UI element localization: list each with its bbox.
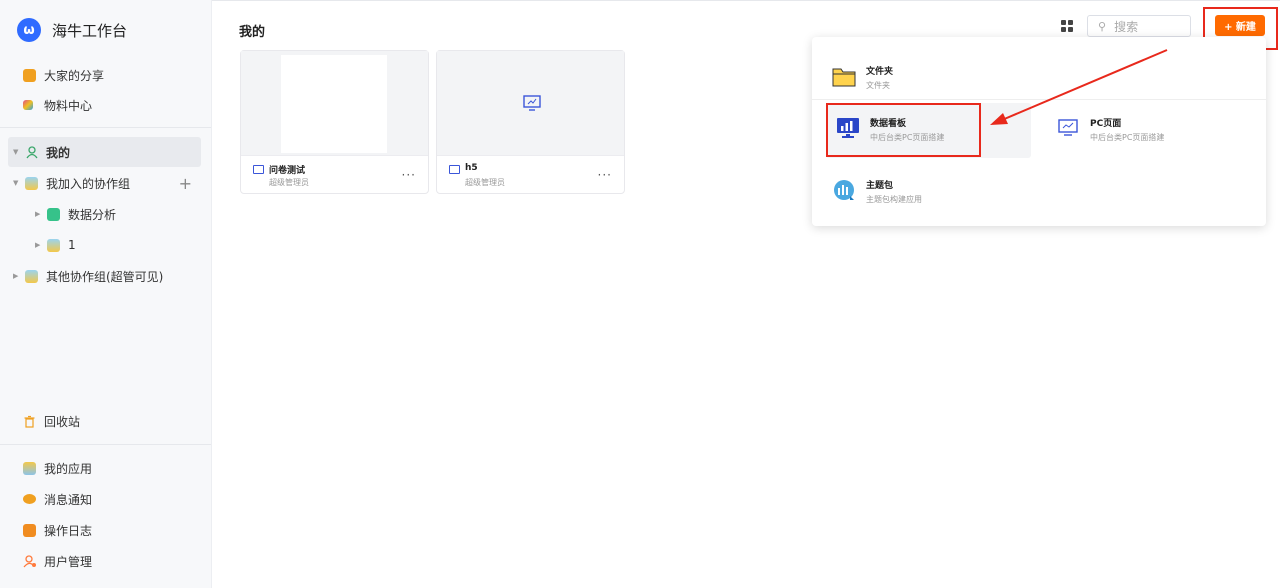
pc-page-icon <box>449 165 460 174</box>
divider <box>0 444 211 445</box>
user-icon <box>26 146 38 159</box>
menu-item-title: 主题包 <box>866 181 894 191</box>
menu-item-theme-pack[interactable]: 主题包 主题包构建应用 <box>822 165 1027 220</box>
theme-icon <box>834 180 854 200</box>
search-placeholder: 搜索 <box>1114 19 1139 34</box>
caret-down-icon[interactable]: ▼ <box>13 148 23 156</box>
sidebar-item-label: 我的应用 <box>44 461 93 476</box>
menu-item-pc-page[interactable]: PC页面 中后台类PC页面搭建 <box>1046 103 1251 158</box>
app-title: 海牛工作台 <box>52 21 128 40</box>
sidebar-item-label: 用户管理 <box>44 554 93 569</box>
divider <box>0 127 211 128</box>
card-thumbnail <box>241 51 428 156</box>
menu-item-title: 文件夹 <box>866 67 894 77</box>
add-group-button[interactable]: + <box>179 174 192 193</box>
sidebar-item-other-groups[interactable]: ▶ 其他协作组(超管可见) <box>8 261 201 291</box>
sidebar-item-label: 我的 <box>46 145 71 160</box>
group-icon <box>25 176 38 190</box>
card-owner: 超级管理员 <box>465 178 505 187</box>
sidebar-item-my-apps[interactable]: 我的应用 <box>8 453 201 483</box>
chart-icon <box>47 207 60 221</box>
more-icon[interactable]: ··· <box>598 168 612 182</box>
sidebar-item-trash[interactable]: 回收站 <box>8 406 201 436</box>
message-icon <box>23 494 36 504</box>
more-icon[interactable]: ··· <box>402 168 416 182</box>
card-thumbnail <box>437 51 624 156</box>
menu-item-desc: 文件夹 <box>866 81 890 90</box>
caret-down-icon[interactable]: ▼ <box>13 179 23 187</box>
pc-page-icon <box>1058 119 1078 136</box>
project-card[interactable]: 问卷测试 超级管理员 ··· <box>240 50 429 194</box>
apps-icon <box>23 461 36 475</box>
sidebar-item-joined-groups[interactable]: ▼ 我加入的协作组 + <box>8 168 201 198</box>
briefcase-icon <box>23 68 36 82</box>
log-icon <box>23 523 36 537</box>
card-title: 问卷测试 <box>269 166 306 176</box>
menu-item-desc: 中后台类PC页面搭建 <box>1090 133 1165 142</box>
sidebar: ω 海牛工作台 大家的分享 物料中心 ▼ 我的 ▼ 我加入的协作组 + ▶ 数据… <box>0 0 212 588</box>
divider <box>812 99 1266 100</box>
sidebar-item-label: 我加入的协作组 <box>46 176 131 191</box>
menu-item-title: PC页面 <box>1090 119 1122 129</box>
sidebar-item-label: 大家的分享 <box>44 68 105 83</box>
sidebar-item-label: 回收站 <box>44 414 81 429</box>
sidebar-item-label: 物料中心 <box>44 98 93 113</box>
monitor-icon <box>523 95 541 111</box>
caret-right-icon[interactable]: ▶ <box>35 210 45 218</box>
preview-page <box>281 55 387 153</box>
sidebar-item-logs[interactable]: 操作日志 <box>8 515 201 545</box>
app-logo[interactable]: ω 海牛工作台 <box>17 18 127 42</box>
sidebar-item-label: 其他协作组(超管可见) <box>46 269 164 284</box>
sidebar-item-label: 操作日志 <box>44 523 93 538</box>
top-border <box>212 0 1280 1</box>
caret-right-icon[interactable]: ▶ <box>13 272 23 280</box>
sidebar-item-group-1[interactable]: ▶ 1 <box>8 230 201 260</box>
menu-item-desc: 主题包构建应用 <box>866 195 922 204</box>
sidebar-item-materials[interactable]: 物料中心 <box>8 90 201 120</box>
page-title: 我的 <box>239 25 266 40</box>
sidebar-item-label: 数据分析 <box>68 207 117 222</box>
caret-right-icon[interactable]: ▶ <box>35 241 45 249</box>
folder-icon <box>832 68 856 87</box>
menu-item-folder[interactable]: 文件夹 文件夹 <box>822 51 1027 106</box>
card-owner: 超级管理员 <box>269 178 309 187</box>
grid-view-icon[interactable] <box>1061 20 1073 32</box>
sidebar-item-messages[interactable]: 消息通知 <box>8 484 201 514</box>
group-icon <box>25 269 38 283</box>
card-title: h5 <box>465 163 478 173</box>
user-manage-icon <box>23 555 36 568</box>
logo-icon: ω <box>17 18 41 42</box>
group-icon <box>47 238 60 252</box>
sidebar-item-mine[interactable]: ▼ 我的 <box>8 137 201 167</box>
sidebar-item-data-analysis[interactable]: ▶ 数据分析 <box>8 199 201 229</box>
pc-page-icon <box>253 165 264 174</box>
sidebar-item-user-management[interactable]: 用户管理 <box>8 546 201 576</box>
annotation-box <box>826 103 981 157</box>
project-card[interactable]: h5 超级管理员 ··· <box>436 50 625 194</box>
cube-icon <box>23 100 33 110</box>
sidebar-item-label: 消息通知 <box>44 492 93 507</box>
search-icon: ⚲ <box>1098 19 1107 33</box>
search-input[interactable]: ⚲ 搜索 <box>1087 15 1191 37</box>
sidebar-item-shared[interactable]: 大家的分享 <box>8 60 201 90</box>
sidebar-item-label: 1 <box>68 238 76 252</box>
trash-icon <box>24 415 35 428</box>
